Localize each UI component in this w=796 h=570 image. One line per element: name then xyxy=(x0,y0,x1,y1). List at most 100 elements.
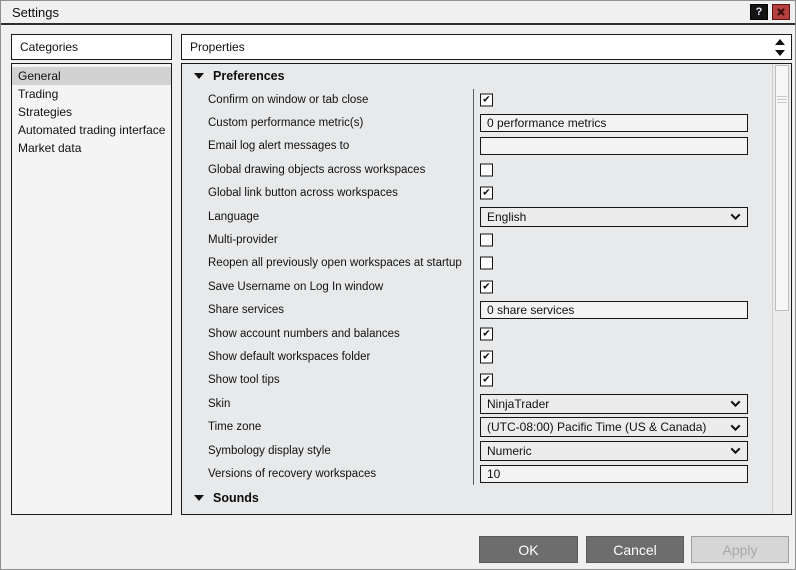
titlebar: Settings ? ✕ xyxy=(1,1,795,25)
property-control: NinjaTrader xyxy=(480,393,748,414)
property-label: Confirm on window or tab close xyxy=(208,93,369,106)
text-input[interactable]: 10 xyxy=(480,464,748,483)
property-control: English xyxy=(480,206,748,227)
checkbox[interactable]: ✔ xyxy=(480,280,493,294)
properties-panel: Preferences Confirm on window or tab clos… xyxy=(181,63,792,515)
section-header-preferences[interactable]: Preferences xyxy=(182,64,772,88)
property-row: Confirm on window or tab close ✔ xyxy=(182,88,772,111)
property-row: Multi-provider xyxy=(182,228,772,251)
checkbox[interactable] xyxy=(480,256,493,270)
property-label: Share services xyxy=(208,304,285,317)
property-label: Time zone xyxy=(208,421,262,434)
apply-button[interactable]: Apply xyxy=(691,536,789,563)
property-control xyxy=(480,163,748,177)
property-label: Show tool tips xyxy=(208,374,280,387)
property-row: Show tool tips ✔ xyxy=(182,369,772,392)
scrollbar-grip-icon xyxy=(777,96,787,105)
property-label: Global link button across workspaces xyxy=(208,187,398,200)
scroll-up-icon[interactable] xyxy=(775,38,785,45)
property-label: Skin xyxy=(208,397,231,410)
property-label: Save Username on Log In window xyxy=(208,280,384,293)
checkbox[interactable]: ✔ xyxy=(480,93,493,107)
collapse-triangle-icon xyxy=(194,494,204,501)
collapse-triangle-icon xyxy=(194,73,204,79)
sidebar-item-automated-trading-interface[interactable]: Automated trading interface xyxy=(12,121,171,139)
text-input[interactable]: 0 share services xyxy=(480,301,748,320)
property-control: ✔ xyxy=(480,327,748,341)
property-row: Skin NinjaTrader xyxy=(182,392,772,415)
text-input[interactable] xyxy=(480,137,748,156)
property-control: ✔ xyxy=(480,373,748,387)
property-label: Global drawing objects across workspaces xyxy=(208,163,426,176)
property-row: Symbology display style Numeric xyxy=(182,439,772,462)
property-rows: Confirm on window or tab close ✔ Custom pe… xyxy=(182,88,772,486)
chevron-down-icon xyxy=(730,210,741,221)
checkbox[interactable]: ✔ xyxy=(480,350,493,364)
property-control: ✔ xyxy=(480,350,748,364)
property-control: 0 performance metrics xyxy=(480,114,748,133)
section-title: Sounds xyxy=(213,490,259,505)
properties-header: Properties xyxy=(181,34,792,60)
property-row: Show default workspaces folder ✔ xyxy=(182,345,772,368)
properties-header-label: Properties xyxy=(190,40,245,54)
scroll-spinner xyxy=(772,35,788,59)
categories-header: Categories xyxy=(11,34,172,60)
sidebar-item-market-data[interactable]: Market data xyxy=(12,139,171,157)
ok-button[interactable]: OK xyxy=(479,536,578,563)
property-control: ✔ xyxy=(480,93,748,107)
property-row: Versions of recovery workspaces 10 xyxy=(182,462,772,485)
settings-window: Settings ? ✕ Categories General Trading St… xyxy=(0,0,796,570)
dropdown[interactable]: (UTC-08:00) Pacific Time (US & Canada) xyxy=(480,417,748,438)
property-row: Language English xyxy=(182,205,772,228)
section-title: Preferences xyxy=(213,69,285,83)
property-control: (UTC-08:00) Pacific Time (US & Canada) xyxy=(480,417,748,438)
property-label: Custom performance metric(s) xyxy=(208,117,364,130)
checkbox[interactable]: ✔ xyxy=(480,327,493,341)
property-row: Reopen all previously open workspaces at… xyxy=(182,252,772,275)
property-row: Email log alert messages to xyxy=(182,135,772,158)
property-label: Show account numbers and balances xyxy=(208,327,400,340)
chevron-down-icon xyxy=(730,444,741,455)
property-row: Show account numbers and balances ✔ xyxy=(182,322,772,345)
checkbox[interactable]: ✔ xyxy=(480,186,493,200)
property-control xyxy=(480,137,748,156)
property-control: 0 share services xyxy=(480,301,748,320)
text-input[interactable]: 0 performance metrics xyxy=(480,114,748,133)
sidebar-item-strategies[interactable]: Strategies xyxy=(12,103,171,121)
property-label: Show default workspaces folder xyxy=(208,350,371,363)
dropdown[interactable]: Numeric xyxy=(480,440,748,461)
properties-content: Preferences Confirm on window or tab clos… xyxy=(182,64,772,514)
cancel-button[interactable]: Cancel xyxy=(586,536,684,563)
dropdown-value: Numeric xyxy=(487,443,532,458)
property-control: ✔ xyxy=(480,186,748,200)
categories-list: General Trading Strategies Automated tradin… xyxy=(11,63,172,515)
property-label: Multi-provider xyxy=(208,234,278,247)
property-label: Versions of recovery workspaces xyxy=(208,467,377,480)
scrollbar[interactable] xyxy=(772,64,791,514)
property-label: Symbology display style xyxy=(208,444,331,457)
section-header-sounds[interactable]: Sounds xyxy=(182,486,772,510)
close-button[interactable]: ✕ xyxy=(772,4,790,20)
checkbox[interactable] xyxy=(480,163,493,177)
dropdown-value: NinjaTrader xyxy=(487,396,550,411)
chevron-down-icon xyxy=(730,420,741,431)
chevron-down-icon xyxy=(730,397,741,408)
sidebar-item-general[interactable]: General xyxy=(12,67,171,85)
scroll-down-icon[interactable] xyxy=(775,49,785,56)
property-label: Email log alert messages to xyxy=(208,140,350,153)
help-button[interactable]: ? xyxy=(750,4,768,20)
dropdown-value: (UTC-08:00) Pacific Time (US & Canada) xyxy=(487,420,707,435)
dropdown[interactable]: English xyxy=(480,206,748,227)
sidebar-item-trading[interactable]: Trading xyxy=(12,85,171,103)
checkbox[interactable]: ✔ xyxy=(480,373,493,387)
checkbox[interactable] xyxy=(480,233,493,247)
property-control xyxy=(480,256,748,270)
property-control: 10 xyxy=(480,464,748,483)
property-row: Global drawing objects across workspaces xyxy=(182,158,772,181)
property-control xyxy=(480,233,748,247)
scrollbar-thumb[interactable] xyxy=(775,65,789,311)
window-title: Settings xyxy=(12,4,59,20)
property-control: Numeric xyxy=(480,440,748,461)
dropdown-value: English xyxy=(487,209,527,224)
dropdown[interactable]: NinjaTrader xyxy=(480,393,748,414)
